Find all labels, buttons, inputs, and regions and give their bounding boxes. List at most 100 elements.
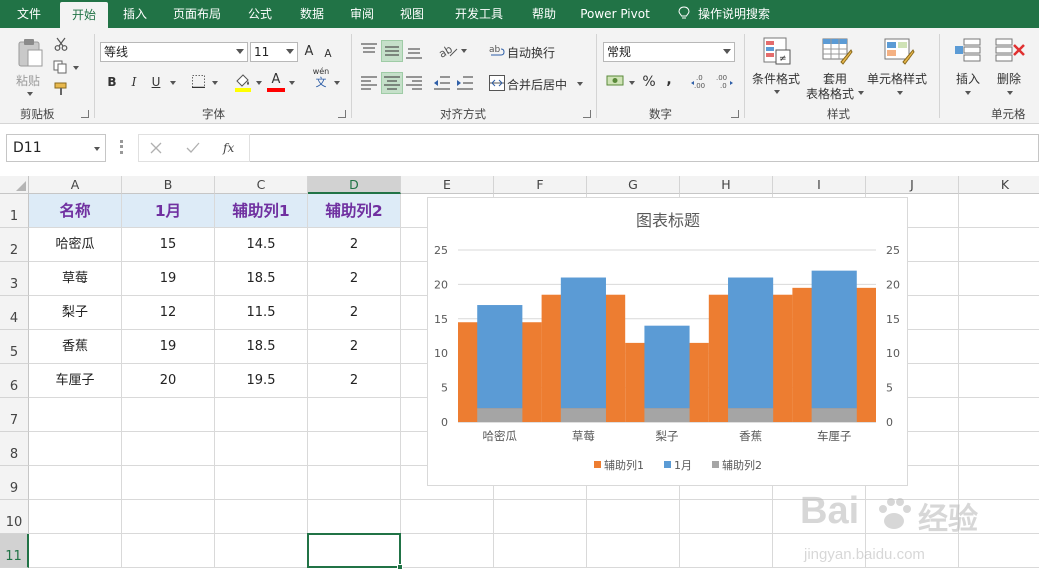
column-header-d[interactable]: D [308,176,401,194]
bar-1月[interactable] [560,277,606,409]
ribbon-tab-3[interactable]: 页面布局 [162,0,232,28]
phonetic-dropdown-icon[interactable] [334,81,340,85]
align-bottom-icon[interactable] [405,44,423,60]
merge-center-icon[interactable] [489,75,505,91]
column-header-g[interactable]: G [587,176,680,194]
increase-decimal-icon[interactable]: .0.00 [690,72,710,90]
enter-icon[interactable] [186,142,200,154]
chevron-down-icon[interactable] [94,147,100,151]
column-header-i[interactable]: I [773,176,866,194]
cell-g10[interactable] [587,500,680,534]
active-cell-outline[interactable] [307,533,403,570]
table-format-icon[interactable] [821,36,853,66]
font-launcher-icon[interactable] [338,110,346,118]
ribbon-tab-8[interactable]: 开发工具 [440,0,518,28]
row-header-2[interactable]: 2 [0,228,29,262]
row-header-3[interactable]: 3 [0,262,29,296]
orientation-icon[interactable]: ab [438,42,458,58]
ribbon-tab-0[interactable]: 文件 [0,0,58,28]
currency-dropdown-icon[interactable] [629,81,635,85]
cell-k7[interactable] [959,398,1039,432]
row-header-10[interactable]: 10 [0,500,29,534]
cell-c10[interactable] [215,500,308,534]
alignment-launcher-icon[interactable] [583,110,591,118]
ribbon-tab-10[interactable]: Power Pivot [570,0,660,28]
font-size-combo[interactable]: 11 [250,42,298,62]
cell-e10[interactable] [401,500,494,534]
table-cell[interactable]: 15 [122,228,215,262]
paste-icon[interactable] [16,38,44,68]
bar-1月[interactable] [728,277,774,409]
align-left-icon[interactable] [360,75,378,91]
cell-a8[interactable] [29,432,122,466]
insert-function-icon[interactable]: fx [222,140,240,156]
table-cell[interactable]: 18.5 [215,262,308,296]
cut-icon[interactable] [54,37,68,51]
bar-1月[interactable] [477,305,523,409]
cell-a7[interactable] [29,398,122,432]
cell-d10[interactable] [308,500,401,534]
ribbon-tab-5[interactable]: 数据 [288,0,336,28]
table-cell[interactable]: 草莓 [29,262,122,296]
cell-a9[interactable] [29,466,122,500]
cell-b9[interactable] [122,466,215,500]
decrease-indent-icon[interactable] [433,75,451,91]
cell-d8[interactable] [308,432,401,466]
cell-c7[interactable] [215,398,308,432]
percent-button[interactable]: % [640,72,658,92]
cell-k4[interactable] [959,296,1039,330]
table-cell[interactable]: 哈密瓜 [29,228,122,262]
table-format-label-2[interactable]: 表格格式 [806,85,854,102]
cell-b7[interactable] [122,398,215,432]
table-cell[interactable]: 19 [122,330,215,364]
row-header-6[interactable]: 6 [0,364,29,398]
ribbon-tab-7[interactable]: 视图 [388,0,436,28]
table-header-cell[interactable]: 辅助列1 [215,194,308,228]
conditional-format-icon[interactable]: ≠ [762,36,792,66]
bar-辅助列2[interactable] [560,408,606,422]
legend-label-辅助列2[interactable]: 辅助列2 [722,458,762,472]
clipboard-launcher-icon[interactable] [81,110,89,118]
column-header-b[interactable]: B [122,176,215,194]
cell-f11[interactable] [494,534,587,568]
column-header-f[interactable]: F [494,176,587,194]
cell-f10[interactable] [494,500,587,534]
row-header-8[interactable]: 8 [0,432,29,466]
phonetic-guide-button[interactable]: 文 [310,76,332,90]
table-header-cell[interactable]: 名称 [29,194,122,228]
number-launcher-icon[interactable] [731,110,739,118]
border-icon[interactable] [192,75,205,88]
insert-cells-icon[interactable] [954,36,982,66]
table-header-cell[interactable]: 1月 [122,194,215,228]
bar-辅助列2[interactable] [644,408,690,422]
format-painter-icon[interactable] [54,82,70,96]
column-header-a[interactable]: A [29,176,122,194]
ribbon-tab-11[interactable]: 操作说明搜索 [672,0,792,28]
currency-icon[interactable] [606,73,626,89]
cell-k3[interactable] [959,262,1039,296]
cell-k6[interactable] [959,364,1039,398]
chart[interactable]: 图表标题 0 5 10 15 20 25 0 5 10 15 20 25 哈密瓜 草莓 梨子 香蕉 车厘子 辅助列1… [427,197,908,486]
cell-k1[interactable] [959,194,1039,228]
legend-label-1月[interactable]: 1月 [674,459,692,472]
conditional-dropdown-icon[interactable] [774,90,780,94]
row-header-7[interactable]: 7 [0,398,29,432]
paste-dropdown-icon[interactable] [27,92,33,96]
chart-svg[interactable]: 图表标题 0 5 10 15 20 25 0 5 10 15 20 25 哈密瓜 草莓 梨子 香蕉 车厘子辅助列1… [428,198,909,487]
table-format-dropdown-icon[interactable] [858,91,864,95]
bar-辅助列2[interactable] [728,408,774,422]
shrink-font-icon[interactable]: A [322,44,334,64]
paste-label[interactable]: 粘贴 [16,72,40,89]
cell-h11[interactable] [680,534,773,568]
fill-color-icon[interactable] [234,72,252,92]
table-cell[interactable]: 2 [308,228,401,262]
cancel-icon[interactable] [150,142,162,154]
table-cell[interactable]: 2 [308,296,401,330]
number-format-combo[interactable]: 常规 [603,42,735,62]
table-cell[interactable]: 19 [122,262,215,296]
legend-label-辅助列1[interactable]: 辅助列1 [604,458,644,472]
bar-1月[interactable] [811,270,857,409]
cell-b8[interactable] [122,432,215,466]
delete-cells-icon[interactable] [995,36,1025,66]
cell-k2[interactable] [959,228,1039,262]
